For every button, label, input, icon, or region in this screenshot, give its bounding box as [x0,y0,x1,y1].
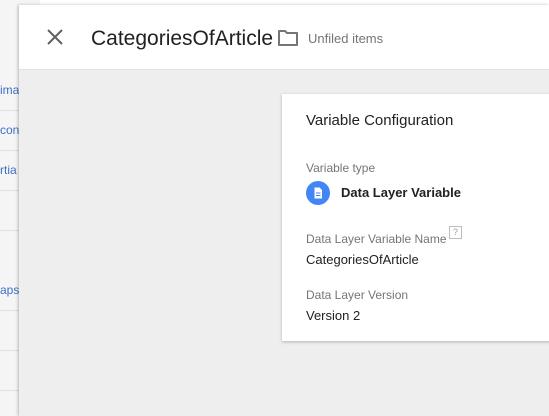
variable-type-label: Variable type [306,161,376,175]
data-layer-version-label: Data Layer Version [306,288,409,302]
close-icon [47,29,63,45]
variable-type-value: Data Layer Variable [341,185,461,200]
document-icon [306,181,330,205]
variable-name-title[interactable]: CategoriesOfArticle [91,25,273,53]
data-layer-variable-name-label: Data Layer Variable Name [306,232,447,246]
screen: ima con rtia aps CategoriesOfArticle Unf… [0,0,549,416]
help-icon[interactable]: ? [449,226,462,239]
data-layer-variable-name-value: CategoriesOfArticle [306,252,419,267]
folder-label[interactable]: Unfiled items [308,31,383,47]
card-title: Variable Configuration [306,112,454,129]
panel-header: CategoriesOfArticle Unfiled items [19,5,549,70]
close-button[interactable] [43,25,67,49]
variable-configuration-card[interactable]: Variable Configuration Variable type Dat… [282,94,549,341]
variable-panel: CategoriesOfArticle Unfiled items Variab… [19,5,549,416]
folder-icon[interactable] [277,28,299,48]
data-layer-version-value: Version 2 [306,308,361,323]
